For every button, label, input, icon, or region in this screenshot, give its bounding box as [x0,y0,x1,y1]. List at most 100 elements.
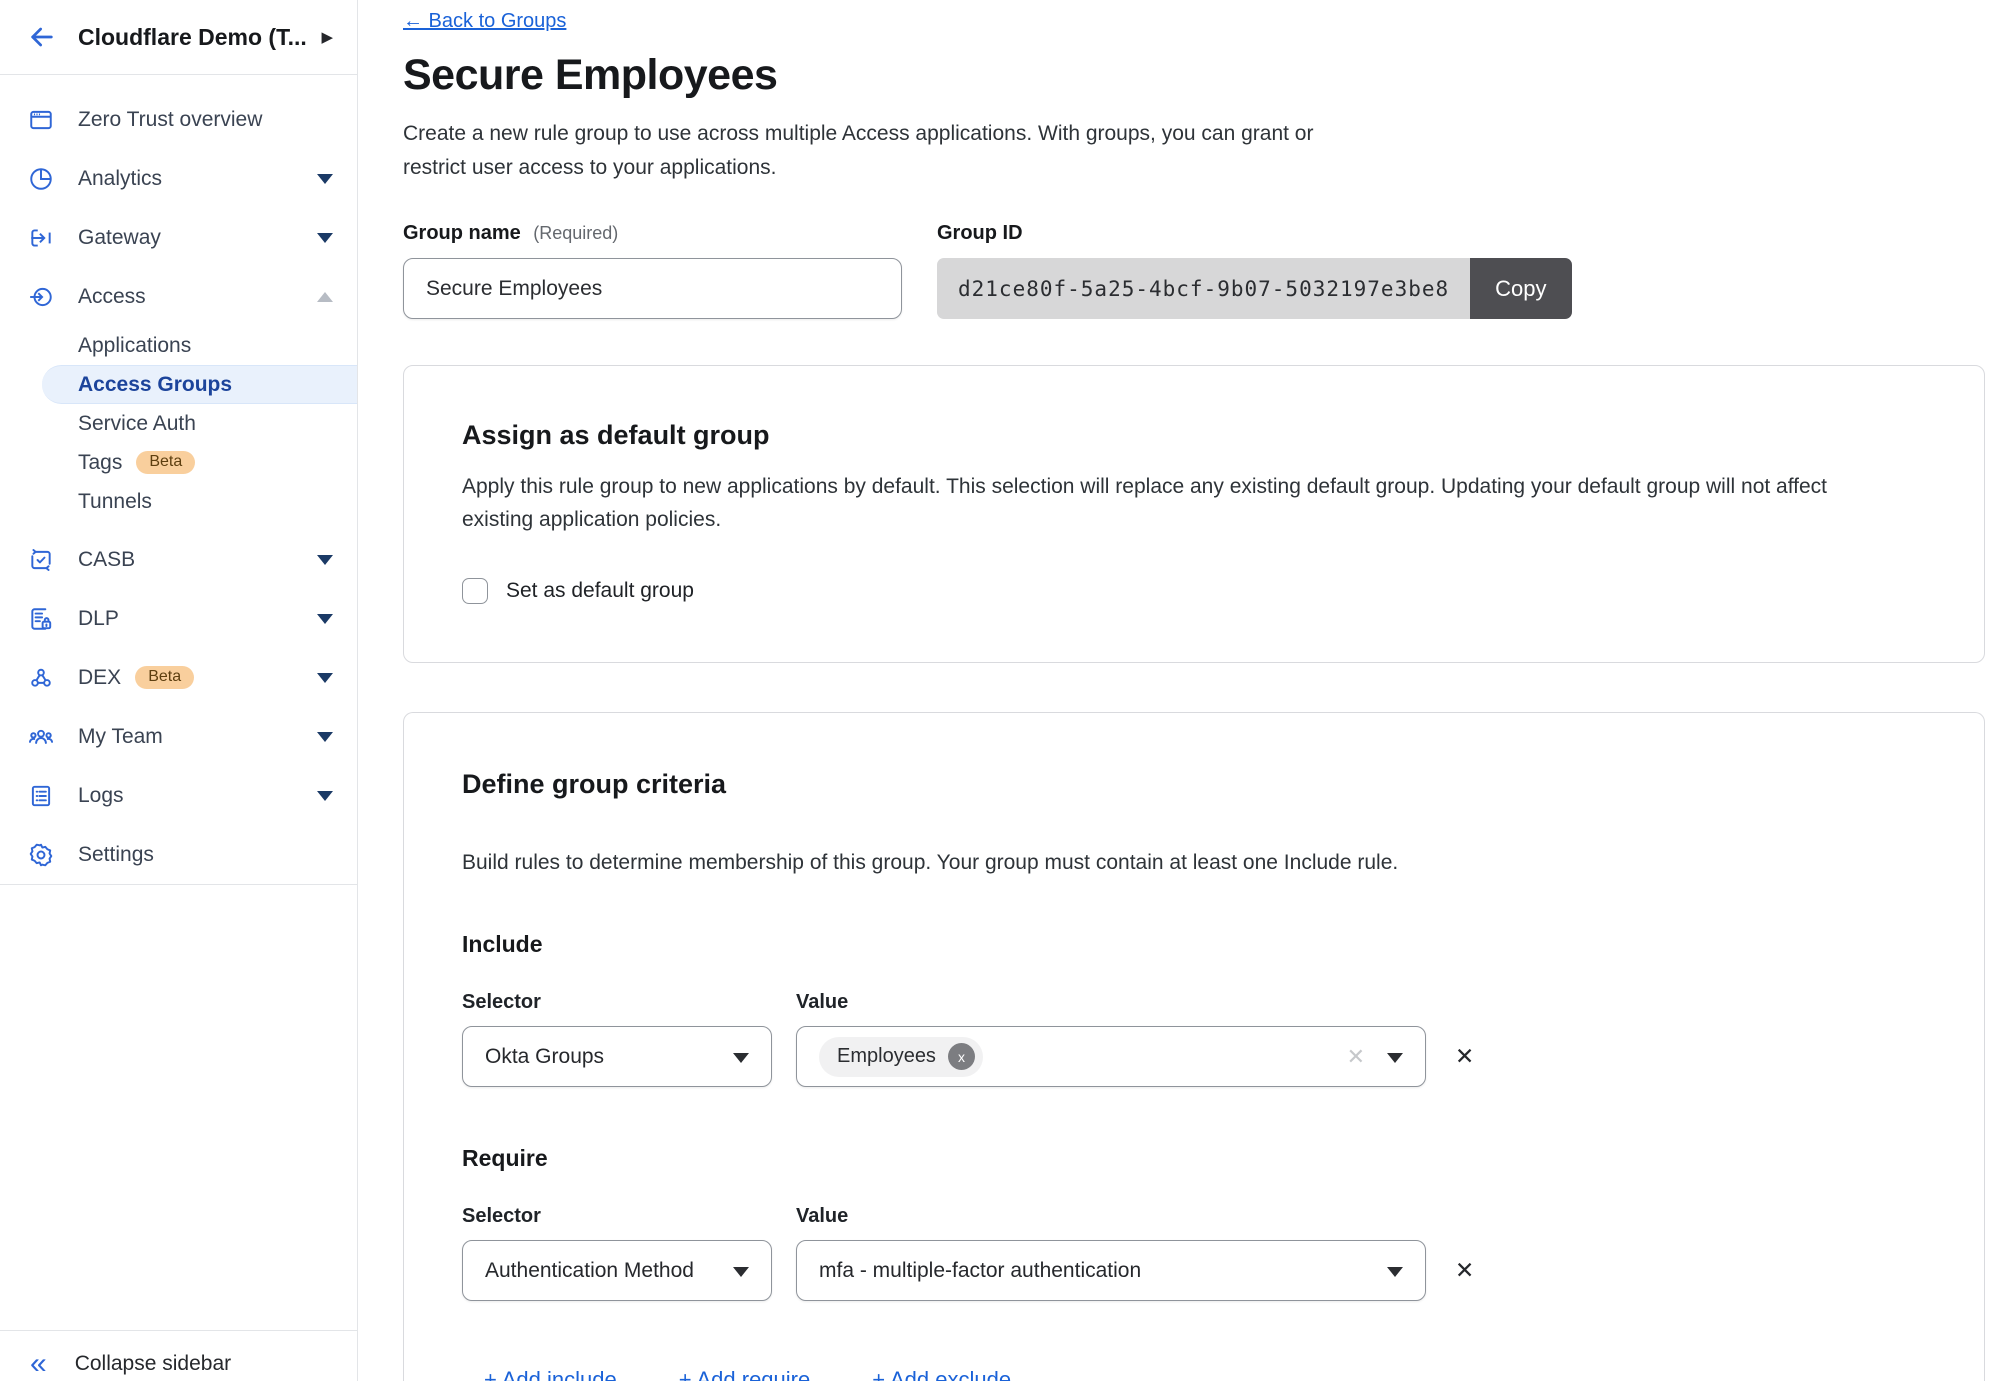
gear-icon [27,841,54,868]
group-id-value: d21ce80f-5a25-4bcf-9b07-5032197e3be8 [937,258,1470,319]
require-heading: Require [462,1145,1926,1172]
sidebar-item-label: Tags Beta [78,451,195,475]
include-value-multiselect[interactable]: Employees x ✕ [796,1026,1426,1087]
dropdown-caret-icon [733,1053,749,1063]
account-switcher-icon[interactable]: ▶ [321,28,337,46]
sidebar-item-gateway[interactable]: Gateway [0,208,357,267]
required-hint: (Required) [533,223,618,243]
sidebar-item-label: DEX Beta [78,666,317,690]
include-selector-dropdown[interactable]: Okta Groups [462,1026,772,1087]
require-selector-dropdown[interactable]: Authentication Method [462,1240,772,1301]
sidebar-item-dlp[interactable]: DLP [0,589,357,648]
dex-network-icon [27,664,54,691]
sidebar-item-tunnels[interactable]: Tunnels [0,482,357,521]
remove-include-rule-icon[interactable]: ✕ [1455,1045,1474,1068]
collapse-sidebar-button[interactable]: « Collapse sidebar [0,1331,357,1381]
sidebar-item-label: Access [78,285,317,309]
card-title: Define group criteria [462,769,1926,800]
sidebar-item-label: Settings [78,843,333,867]
tag-remove-icon[interactable]: x [948,1043,975,1070]
back-to-groups-link[interactable]: ← Back to Groups [403,10,566,33]
sidebar-item-analytics[interactable]: Analytics [0,149,357,208]
sidebar-item-label: Gateway [78,226,317,250]
sidebar-item-service-auth[interactable]: Service Auth [0,404,357,443]
sidebar-item-label: Access Groups [78,373,232,397]
group-name-field-group: Group name (Required) [403,222,902,319]
sidebar-item-label: Zero Trust overview [78,108,333,132]
sidebar-item-settings[interactable]: Settings [0,825,357,884]
sidebar-item-zero-trust-overview[interactable]: Zero Trust overview [0,90,357,149]
add-require-link[interactable]: + Add require [679,1367,810,1381]
add-exclude-link[interactable]: + Add exclude [872,1367,1011,1381]
sidebar-item-applications[interactable]: Applications [0,326,357,365]
dropdown-caret-icon [1387,1053,1403,1063]
pie-chart-icon [27,165,54,192]
chevron-down-icon[interactable] [317,673,333,683]
chevron-down-icon[interactable] [317,233,333,243]
collapse-sidebar-label: Collapse sidebar [75,1352,231,1376]
card-title: Assign as default group [462,420,1926,451]
set-default-group-checkbox[interactable] [462,578,488,604]
account-name[interactable]: Cloudflare Demo (T... [78,24,321,51]
beta-badge: Beta [135,666,194,689]
window-icon [27,106,54,133]
back-arrow-icon[interactable] [26,20,60,54]
sidebar-item-label: Applications [78,334,191,358]
sidebar-item-tags[interactable]: Tags Beta [0,443,357,482]
sidebar-item-label: Tunnels [78,490,152,514]
remove-require-rule-icon[interactable]: ✕ [1455,1259,1474,1282]
dropdown-caret-icon [1387,1267,1403,1277]
set-default-group-label: Set as default group [506,579,694,603]
sidebar-item-logs[interactable]: Logs [0,766,357,825]
sidebar-nav: Zero Trust overview Analytics Gateway [0,75,357,884]
dlp-lock-icon [27,605,54,632]
card-description: Build rules to determine membership of t… [462,846,1887,879]
dropdown-caret-icon [733,1267,749,1277]
sidebar-item-access[interactable]: Access [0,267,357,326]
double-chevron-left-icon: « [30,1349,47,1379]
sidebar-item-dex[interactable]: DEX Beta [0,648,357,707]
sidebar-item-my-team[interactable]: My Team [0,707,357,766]
sidebar-item-access-groups[interactable]: Access Groups [42,365,357,404]
require-value-dropdown[interactable]: mfa - multiple-factor authentication [796,1240,1426,1301]
assign-default-group-card: Assign as default group Apply this rule … [403,365,1985,663]
casb-icon [27,546,54,573]
value-tag: Employees x [819,1037,983,1077]
sidebar-item-label: Logs [78,784,317,808]
sidebar-item-label: My Team [78,725,317,749]
group-name-input[interactable] [403,258,902,319]
sidebar-item-label: Service Auth [78,412,196,436]
app-root: Cloudflare Demo (T... ▶ Zero Trust overv… [0,0,1999,1381]
clear-values-icon[interactable]: ✕ [1347,1044,1365,1070]
copy-button[interactable]: Copy [1470,258,1571,319]
value-label: Value [796,991,848,1014]
group-id-field-group: Group ID d21ce80f-5a25-4bcf-9b07-5032197… [937,222,1572,319]
team-icon [27,723,54,750]
selector-label: Selector [462,1205,796,1228]
add-include-link[interactable]: + Add include [484,1367,617,1381]
require-rule-row: Authentication Method mfa - multiple-fac… [462,1240,1926,1301]
value-label: Value [796,1205,848,1228]
sidebar-header: Cloudflare Demo (T... ▶ [0,0,357,75]
chevron-down-icon[interactable] [317,614,333,624]
chevron-down-icon[interactable] [317,174,333,184]
access-icon [27,283,54,310]
chevron-down-icon[interactable] [317,791,333,801]
chevron-down-icon[interactable] [317,555,333,565]
logs-icon [27,782,54,809]
sidebar-item-label: CASB [78,548,317,572]
main-content: ← Back to Groups Secure Employees Create… [358,0,1999,1381]
page-title: Secure Employees [403,51,1985,100]
selector-label: Selector [462,991,796,1014]
sidebar-item-label: DLP [78,607,317,631]
chevron-down-icon[interactable] [317,732,333,742]
group-name-label: Group name [403,222,521,244]
group-fields-row: Group name (Required) Group ID d21ce80f-… [403,222,1985,319]
sidebar: Cloudflare Demo (T... ▶ Zero Trust overv… [0,0,358,1381]
chevron-up-icon[interactable] [317,292,333,302]
include-rule-row: Okta Groups Employees x ✕ ✕ [462,1026,1926,1087]
sidebar-item-casb[interactable]: CASB [0,530,357,589]
page-description: Create a new rule group to use across mu… [403,117,1378,185]
group-id-label: Group ID [937,222,1572,245]
beta-badge: Beta [136,451,195,474]
